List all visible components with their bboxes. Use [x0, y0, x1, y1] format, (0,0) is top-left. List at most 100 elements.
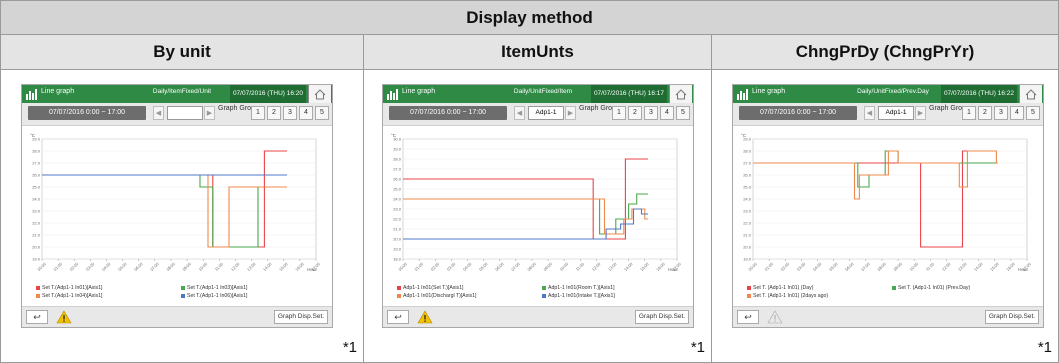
graph-group-2-button[interactable]: 2	[978, 106, 992, 120]
x-tick-label: 08:00	[526, 261, 537, 272]
y-tick-label: 19.0	[743, 257, 752, 262]
unit-selector[interactable]	[167, 106, 203, 120]
unit-selector[interactable]: Adp1-1	[878, 106, 914, 120]
graph-group-5-button[interactable]: 5	[315, 106, 329, 120]
x-tick-label: 05:00	[828, 261, 839, 272]
footnote-marker: *1	[690, 339, 705, 356]
y-tick-label: 24.0	[393, 197, 402, 202]
current-datetime: 07/07/2016 (THU) 16:22	[941, 85, 1017, 103]
y-tick-label: 28.0	[32, 149, 41, 154]
y-tick-label: 21.0	[743, 233, 752, 238]
unit-selector[interactable]: Adp1-1	[528, 106, 564, 120]
x-tick-label: 14:00	[973, 261, 984, 272]
prev-unit-button[interactable]: ◀	[864, 106, 875, 120]
x-tick-label: 05:00	[117, 261, 128, 272]
next-unit-button[interactable]: ▶	[565, 106, 576, 120]
x-tick-label: 00:00	[747, 261, 758, 272]
x-axis-label: Hour	[1018, 267, 1028, 272]
x-tick-label: 03:00	[446, 261, 457, 272]
x-tick-label: 04:00	[101, 261, 112, 272]
legend-swatch	[542, 285, 546, 290]
back-button[interactable]: ↩	[737, 310, 759, 324]
legend-label: Set T.(Adp1-1 In04)[Axis1]	[42, 293, 103, 299]
y-axis-label: °C	[391, 133, 397, 138]
legend-label: Adp1-1 In01(Intake T.)[Axis1]	[548, 293, 615, 299]
home-icon	[314, 88, 326, 99]
x-tick-label: 01:00	[413, 261, 424, 272]
y-tick-label: 25.0	[743, 185, 752, 190]
controls-bar: 07/07/2016 0:00 ~ 17:00 ◀ Adp1-1 ▶ Graph…	[383, 103, 693, 126]
y-tick-label: 19.0	[32, 257, 41, 262]
cell-by-unit: Line graph Daily/ItemFixed/Unit 07/07/20…	[1, 70, 363, 362]
legend-item: Adp1-1 In01(Dischargl T)[Axis1]	[397, 293, 476, 299]
x-tick-label: 07:00	[510, 261, 521, 272]
y-tick-label: 23.0	[32, 209, 41, 214]
graph-display-settings-button[interactable]: Graph Disp.Set.	[274, 310, 328, 324]
graph-group-4-button[interactable]: 4	[1010, 106, 1024, 120]
y-tick-label: 18.0	[393, 257, 402, 262]
y-tick-label: 29.0	[393, 147, 402, 152]
x-tick-label: 06:00	[494, 261, 505, 272]
graph-group-3-button[interactable]: 3	[283, 106, 297, 120]
graph-group-2-button[interactable]: 2	[628, 106, 642, 120]
legend-swatch	[397, 285, 401, 290]
back-button[interactable]: ↩	[387, 310, 409, 324]
legend-swatch	[747, 285, 751, 290]
next-unit-button[interactable]: ▶	[204, 106, 215, 120]
line-graph-icon	[26, 89, 37, 100]
footnote-marker: *1	[1037, 339, 1052, 356]
warning-icon[interactable]	[767, 310, 783, 324]
graph-group-4-button[interactable]: 4	[660, 106, 674, 120]
graph-group-1-button[interactable]: 1	[962, 106, 976, 120]
x-tick-label: 16:00	[294, 261, 305, 272]
warning-icon[interactable]	[417, 310, 433, 324]
back-button[interactable]: ↩	[26, 310, 48, 324]
graph-display-settings-button[interactable]: Graph Disp.Set.	[635, 310, 689, 324]
y-tick-label: 19.0	[393, 247, 402, 252]
y-tick-label: 22.0	[743, 221, 752, 226]
prev-unit-button[interactable]: ◀	[514, 106, 525, 120]
line-graph-screen: Line graph Daily/UnitFixed/Item 07/07/20…	[382, 84, 694, 328]
graph-group-5-button[interactable]: 5	[676, 106, 690, 120]
x-tick-label: 04:00	[462, 261, 473, 272]
graph-group-1-button[interactable]: 1	[251, 106, 265, 120]
graph-display-settings-button[interactable]: Graph Disp.Set.	[985, 310, 1039, 324]
x-tick-label: 15:00	[639, 261, 650, 272]
home-button[interactable]	[1019, 85, 1042, 103]
title-bar: Line graph Daily/ItemFixed/Unit 07/07/20…	[22, 85, 332, 103]
graph-group-2-button[interactable]: 2	[267, 106, 281, 120]
graph-group-5-button[interactable]: 5	[1026, 106, 1040, 120]
x-tick-label: 10:00	[559, 261, 570, 272]
date-range-button[interactable]: 07/07/2016 0:00 ~ 17:00	[739, 106, 857, 120]
x-tick-label: 09:00	[892, 261, 903, 272]
graph-group-4-button[interactable]: 4	[299, 106, 313, 120]
line-chart: 19.0 20.0 21.0 22.0 23.0 24.0 25.0 26.0 27.0 28.0…	[30, 133, 321, 272]
display-method-table: Display method By unit ItemUnts ChngPrDy…	[0, 0, 1059, 363]
y-tick-label: 28.0	[393, 157, 402, 162]
column-header-change-per-day: ChngPrDy (ChngPrYr)	[712, 35, 1058, 70]
y-tick-label: 20.0	[32, 245, 41, 250]
legend-label: Set T. (Adp1-1 In01) (2days ago)	[753, 293, 829, 299]
warning-icon[interactable]	[56, 310, 72, 324]
legend-label: Set T.(Adp1-1 In06)[Axis1]	[187, 293, 248, 299]
y-tick-label: 24.0	[743, 197, 752, 202]
title-bar: Line graph Daily/UnitFixed/Prev.Day 07/0…	[733, 85, 1043, 103]
graph-group-3-button[interactable]: 3	[644, 106, 658, 120]
graph-group-1-button[interactable]: 1	[612, 106, 626, 120]
next-unit-button[interactable]: ▶	[915, 106, 926, 120]
y-tick-label: 23.0	[743, 209, 752, 214]
x-tick-label: 00:00	[36, 261, 47, 272]
prev-unit-button[interactable]: ◀	[153, 106, 164, 120]
y-axis-label: °C	[30, 133, 36, 138]
graph-group-3-button[interactable]: 3	[994, 106, 1008, 120]
cell-item-units: Line graph Daily/UnitFixed/Item 07/07/20…	[364, 70, 711, 362]
legend-item: Set T.(Adp1-1 In01)[Axis1]	[36, 285, 102, 291]
line-graph-icon	[387, 89, 398, 100]
y-tick-label: 27.0	[32, 161, 41, 166]
date-range-button[interactable]: 07/07/2016 0:00 ~ 17:00	[389, 106, 507, 120]
home-button[interactable]	[669, 85, 692, 103]
date-range-button[interactable]: 07/07/2016 0:00 ~ 17:00	[28, 106, 146, 120]
home-button[interactable]	[308, 85, 331, 103]
line-chart: 19.0 20.0 21.0 22.0 23.0 24.0 25.0 26.0 27.0 28.0…	[741, 133, 1032, 272]
x-tick-label: 11:00	[214, 261, 225, 272]
